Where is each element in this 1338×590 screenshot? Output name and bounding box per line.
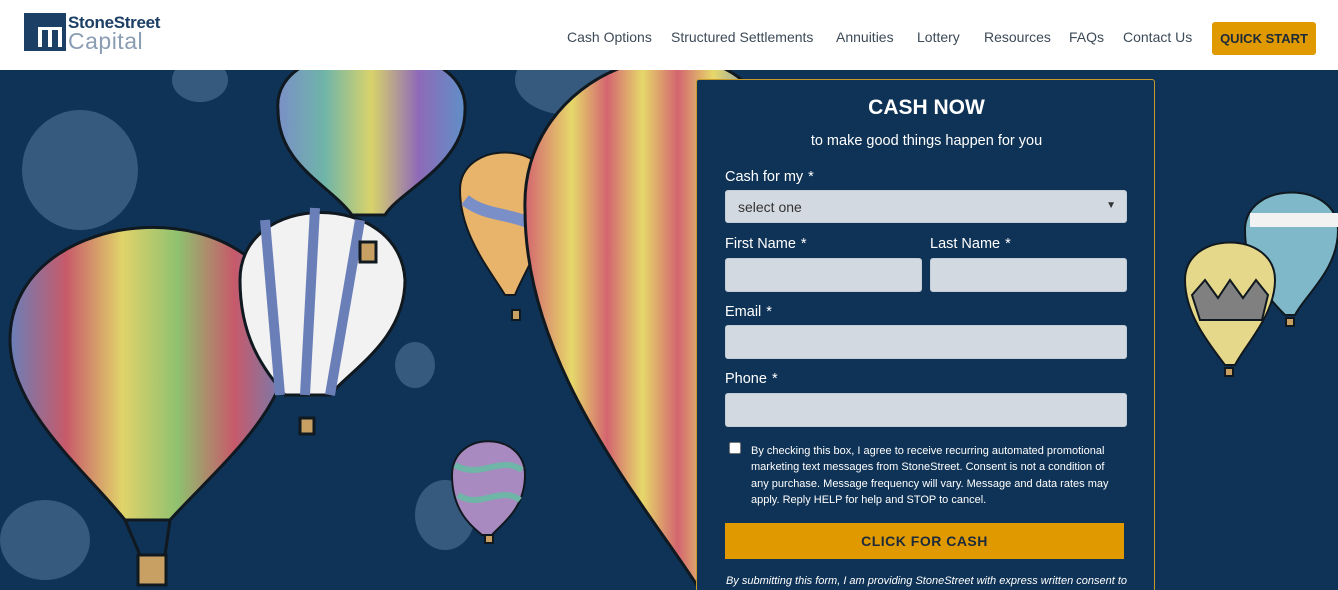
quick-start-button[interactable]: QUICK START xyxy=(1212,22,1316,55)
nav-contact-us[interactable]: Contact Us xyxy=(1123,29,1192,45)
sms-consent-text: By checking this box, I agree to receive… xyxy=(751,445,1109,506)
form-title: CASH NOW xyxy=(868,96,985,119)
nav-cash-options[interactable]: Cash Options xyxy=(567,29,652,45)
email-label: Email * xyxy=(725,304,772,320)
cash-for-select[interactable]: select one ▼ xyxy=(725,190,1127,223)
first-name-input[interactable] xyxy=(725,258,922,292)
cash-now-form: CASH NOW to make good things happen for … xyxy=(696,79,1155,590)
sms-consent-checkbox[interactable] xyxy=(729,442,741,454)
nav-resources[interactable]: Resources xyxy=(984,29,1051,45)
form-subtitle: to make good things happen for you xyxy=(810,133,1043,149)
logo[interactable]: StoneStreet Capital xyxy=(24,13,164,55)
first-name-label: First Name * xyxy=(725,236,807,252)
click-for-cash-button[interactable]: CLICK FOR CASH xyxy=(725,523,1124,559)
nav-faqs[interactable]: FAQs xyxy=(1069,29,1104,45)
submission-disclaimer: By submitting this form, I am providing … xyxy=(725,575,1128,587)
logo-mark-icon xyxy=(24,13,66,51)
nav-lottery[interactable]: Lottery xyxy=(917,29,960,45)
brand-sub: Capital xyxy=(68,28,144,54)
cash-for-selected-value: select one xyxy=(738,198,802,215)
nav-annuities[interactable]: Annuities xyxy=(836,29,894,45)
chevron-down-icon: ▼ xyxy=(1106,200,1116,211)
phone-label: Phone * xyxy=(725,371,778,387)
email-input[interactable] xyxy=(725,325,1127,359)
last-name-label: Last Name * xyxy=(930,236,1011,252)
phone-input[interactable] xyxy=(725,393,1127,427)
cash-for-label: Cash for my * xyxy=(725,169,814,185)
nav-structured-settlements[interactable]: Structured Settlements xyxy=(671,29,813,45)
last-name-input[interactable] xyxy=(930,258,1127,292)
site-header: StoneStreet Capital Cash Options Structu… xyxy=(0,0,1338,70)
